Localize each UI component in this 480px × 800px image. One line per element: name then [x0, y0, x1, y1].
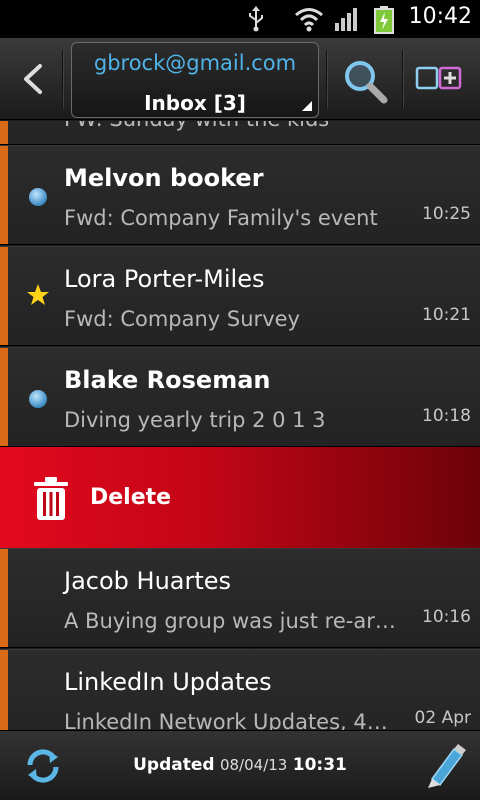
back-arrow-icon[interactable] [10, 54, 56, 104]
list-item[interactable]: Blake Roseman Diving yearly trip 2 0 1 3… [0, 347, 480, 447]
message-time: 10:16 [422, 607, 471, 627]
updated-date: 08/04/13 [219, 756, 288, 774]
account-color-bar [0, 247, 8, 345]
top-toolbar: gbrock@gmail.com Inbox [3] [0, 38, 480, 120]
account-folder-selector[interactable]: gbrock@gmail.com Inbox [3] [71, 42, 319, 118]
message-time: 02 Apr [414, 708, 471, 728]
list-item[interactable]: Lora Porter-Miles Fwd: Company Survey 10… [0, 246, 480, 346]
message-subject: Diving yearly trip 2 0 1 3 [64, 408, 326, 432]
message-sender: Lora Porter-Miles [64, 265, 265, 293]
message-sender: LinkedIn Updates [64, 668, 272, 696]
message-time: 10:25 [422, 204, 471, 224]
battery-charging-icon [374, 6, 394, 34]
wifi-icon [295, 8, 323, 32]
toolbar-divider [326, 50, 328, 108]
toolbar-divider [402, 50, 404, 108]
message-list[interactable]: FW: Sunday with the kids Melvon booker F… [0, 121, 480, 730]
message-subject: A Buying group was just re-ar… [64, 609, 396, 633]
star-icon[interactable] [26, 283, 50, 307]
toolbar-divider [62, 50, 64, 108]
message-subject: Fwd: Company Family's event [64, 206, 378, 230]
account-color-bar [0, 121, 8, 144]
message-subject: FW: Sunday with the kids [64, 121, 329, 131]
status-bar: 10:42 [0, 0, 480, 38]
message-sender: Jacob Huartes [64, 567, 232, 595]
unread-dot-icon [29, 390, 47, 408]
signal-icon [335, 8, 357, 31]
unread-dot-icon [29, 188, 47, 206]
updated-label: Updated [133, 755, 215, 775]
message-time: 10:18 [422, 406, 471, 426]
account-color-bar [0, 146, 8, 244]
dropdown-corner-icon [302, 101, 312, 111]
message-sender: Melvon booker [64, 164, 264, 192]
message-sender: Blake Roseman [64, 366, 271, 394]
trash-icon [34, 477, 68, 520]
search-icon[interactable] [340, 56, 390, 106]
updated-time: 10:31 [292, 755, 347, 775]
usb-icon [249, 6, 263, 32]
account-email: gbrock@gmail.com [93, 51, 297, 75]
compose-pen-icon[interactable] [422, 743, 466, 789]
list-item[interactable]: FW: Sunday with the kids [0, 121, 480, 145]
status-time: 10:42 [408, 4, 472, 29]
account-color-bar [0, 549, 8, 647]
list-item[interactable]: Melvon booker Fwd: Company Family's even… [0, 145, 480, 245]
message-time: 10:21 [422, 305, 471, 325]
delete-swipe-action[interactable]: Delete [0, 447, 480, 548]
account-color-bar [0, 650, 8, 730]
delete-label: Delete [90, 485, 172, 510]
folder-label: Inbox [3] [144, 91, 246, 115]
multi-select-icon[interactable] [414, 62, 466, 96]
list-item[interactable]: LinkedIn Updates LinkedIn Network Update… [0, 649, 480, 730]
list-item[interactable]: Jacob Huartes A Buying group was just re… [0, 548, 480, 648]
message-subject: Fwd: Company Survey [64, 307, 300, 331]
message-subject: LinkedIn Network Updates, 4… [64, 710, 388, 730]
last-updated-status: Updated 08/04/13 10:31 [0, 755, 480, 775]
bottom-toolbar: Updated 08/04/13 10:31 [0, 730, 480, 800]
account-color-bar [0, 348, 8, 446]
